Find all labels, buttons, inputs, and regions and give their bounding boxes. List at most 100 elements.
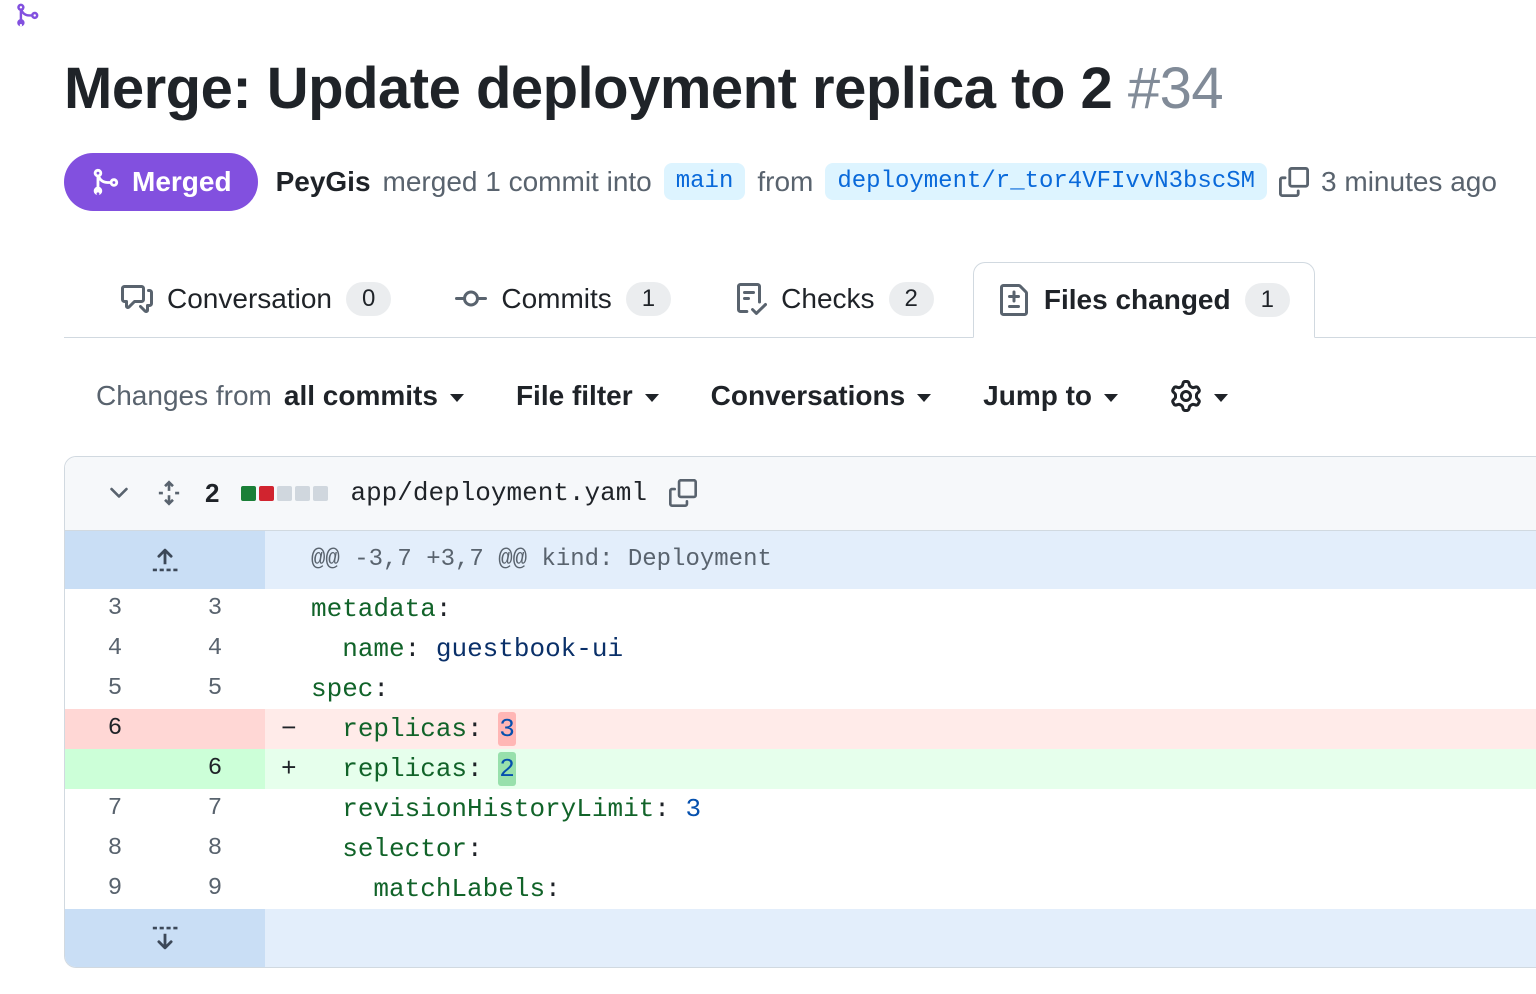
file-name: app/deployment.yaml (350, 478, 646, 508)
tab-commits[interactable]: Commits 1 (430, 261, 696, 337)
code-content: + replicas: 2 (265, 749, 1536, 789)
head-branch-label[interactable]: deployment/r_tor4VFIvvN3bscSM (825, 163, 1267, 200)
old-line-number[interactable]: 6 (65, 709, 165, 749)
tab-conversation[interactable]: Conversation 0 (96, 261, 416, 337)
old-line-number[interactable]: 7 (65, 789, 165, 829)
tab-count: 2 (889, 282, 934, 316)
old-line-number[interactable]: 4 (65, 629, 165, 669)
changes-from-value: all commits (284, 380, 438, 412)
hunk-header-text: @@ -3,7 +3,7 @@ kind: Deployment (265, 531, 1536, 589)
tab-label: Commits (501, 283, 611, 315)
commit-icon (455, 283, 487, 315)
old-line-number[interactable]: 3 (65, 589, 165, 629)
chevron-down-icon (917, 394, 931, 402)
pr-byline: PeyGis merged 1 commit into main from de… (276, 163, 1497, 200)
expand-down-icon (150, 923, 180, 953)
byline-action: merged 1 commit into (383, 166, 652, 198)
code-content: matchLabels: (265, 869, 1536, 909)
diff-lines: 33metadata:44 name: guestbook-ui55spec:6… (65, 589, 1536, 909)
code-content: selector: (265, 829, 1536, 869)
pr-meta-row: Merged PeyGis merged 1 commit into main … (64, 153, 1536, 211)
diff-line: 44 name: guestbook-ui (65, 629, 1536, 669)
tab-checks[interactable]: Checks 2 (710, 261, 959, 337)
old-line-number[interactable]: 5 (65, 669, 165, 709)
chevron-down-icon (645, 394, 659, 402)
diff-line: 6 − replicas: 3 (65, 709, 1536, 749)
gear-icon (1170, 380, 1202, 412)
tab-label: Conversation (167, 283, 332, 315)
changes-from-dropdown[interactable]: Changes from all commits (96, 380, 464, 412)
chevron-down-icon (105, 479, 133, 507)
pr-tabs: Conversation 0 Commits 1 Checks 2 Files … (64, 261, 1536, 337)
new-line-number[interactable]: 7 (165, 789, 265, 829)
new-line-number[interactable]: 6 (165, 749, 265, 789)
jump-to-dropdown[interactable]: Jump to (983, 380, 1118, 412)
tab-count: 1 (626, 282, 671, 316)
jump-to-label: Jump to (983, 380, 1092, 412)
chevron-down-icon (450, 394, 464, 402)
old-line-number[interactable] (65, 749, 165, 789)
copy-branch-button[interactable] (1279, 167, 1309, 197)
pr-timestamp: 3 minutes ago (1321, 166, 1497, 198)
code-content: metadata: (265, 589, 1536, 629)
page-title: Merge: Update deployment replica to 2 #3… (64, 56, 1536, 123)
expand-down-fill (265, 909, 1536, 967)
diffstat-square-neutral (295, 486, 310, 501)
drag-handle-icon (155, 479, 183, 507)
tab-count: 0 (346, 282, 391, 316)
old-line-number[interactable]: 8 (65, 829, 165, 869)
diff-marker: + (281, 749, 311, 789)
expand-up-icon (150, 545, 180, 575)
tab-label: Files changed (1044, 284, 1231, 316)
merge-icon (90, 167, 120, 197)
tab-count: 1 (1245, 283, 1290, 317)
copy-icon (669, 479, 697, 507)
diffstat-square-neutral (313, 486, 328, 501)
pr-number: #34 (1128, 56, 1223, 121)
copy-file-path-button[interactable] (669, 479, 697, 507)
file-filter-label: File filter (516, 380, 633, 412)
collapse-file-button[interactable] (105, 479, 133, 507)
code-content: − replicas: 3 (265, 709, 1536, 749)
diff-marker: − (281, 709, 311, 749)
file-filter-dropdown[interactable]: File filter (516, 380, 659, 412)
code-content: name: guestbook-ui (265, 629, 1536, 669)
new-line-number[interactable] (165, 709, 265, 749)
diff-file-header: 2 app/deployment.yaml (65, 457, 1536, 531)
diff-line: 99 matchLabels: (65, 869, 1536, 909)
comment-discussion-icon (121, 283, 153, 315)
old-line-number[interactable]: 9 (65, 869, 165, 909)
drag-handle-button[interactable] (155, 479, 183, 507)
author-link[interactable]: PeyGis (276, 166, 371, 198)
changes-from-label: Changes from (96, 380, 272, 412)
diffstat-square-deleted (259, 486, 274, 501)
new-line-number[interactable]: 9 (165, 869, 265, 909)
code-content: spec: (265, 669, 1536, 709)
corner-merge-icon (14, 2, 40, 28)
new-line-number[interactable]: 5 (165, 669, 265, 709)
copy-icon (1279, 167, 1309, 197)
tab-label: Checks (781, 283, 874, 315)
diffstat-square-neutral (277, 486, 292, 501)
pr-title-text: Merge: Update deployment replica to 2 (64, 56, 1112, 121)
merged-state-badge[interactable]: Merged (64, 153, 258, 211)
diff-line: 33metadata: (65, 589, 1536, 629)
chevron-down-icon (1104, 394, 1118, 402)
chevron-down-icon (1214, 394, 1228, 402)
diff-file-card: 2 app/deployment.yaml @@ -3,7 +3,7 @@ ki… (64, 456, 1536, 968)
pr-page: Merge: Update deployment replica to 2 #3… (0, 0, 1536, 211)
expand-down-button[interactable] (65, 909, 265, 967)
base-branch-label[interactable]: main (664, 163, 746, 200)
conversations-dropdown[interactable]: Conversations (711, 380, 932, 412)
new-line-number[interactable]: 4 (165, 629, 265, 669)
diff-settings-dropdown[interactable] (1170, 380, 1228, 412)
file-diff-icon (998, 284, 1030, 316)
expand-down-row (65, 909, 1536, 967)
diff-line: 55spec: (65, 669, 1536, 709)
new-line-number[interactable]: 8 (165, 829, 265, 869)
expand-up-button[interactable] (65, 531, 265, 589)
hunk-header-row: @@ -3,7 +3,7 @@ kind: Deployment (65, 531, 1536, 589)
diff-line: 88 selector: (65, 829, 1536, 869)
tab-files-changed[interactable]: Files changed 1 (973, 262, 1315, 338)
new-line-number[interactable]: 3 (165, 589, 265, 629)
